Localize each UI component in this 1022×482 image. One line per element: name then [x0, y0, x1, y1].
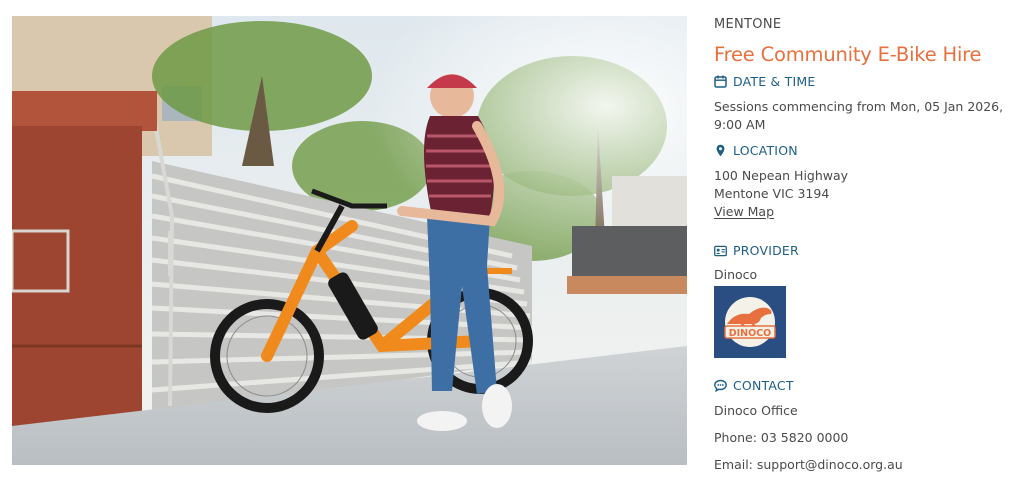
email-label: Email:	[714, 457, 757, 472]
event-title: Free Community E-Bike Hire	[714, 43, 982, 66]
view-map-link[interactable]: View Map	[714, 203, 774, 221]
logo-wordmark: DINOCO	[729, 328, 772, 339]
contact-heading-label: CONTACT	[733, 378, 794, 393]
phone-label: Phone:	[714, 430, 761, 445]
address-line2: Mentone VIC 3194	[714, 186, 830, 201]
provider-name: Dinoco	[714, 267, 758, 282]
id-card-icon	[714, 244, 727, 257]
date-time-heading-label: DATE & TIME	[733, 74, 816, 89]
contact-email-row: Email: support@dinoco.org.au	[714, 456, 903, 474]
provider-heading-label: PROVIDER	[733, 243, 799, 258]
date-time-line1: Sessions commencing from Mon, 05 Jan 202…	[714, 99, 1004, 114]
date-time-line2: 9:00 AM	[714, 117, 766, 132]
event-suburb: MENTONE	[714, 17, 782, 32]
date-time-heading: DATE & TIME	[714, 74, 815, 89]
address-line1: 100 Nepean Highway	[714, 168, 849, 183]
chat-bubble-icon	[714, 379, 727, 392]
location-heading-label: LOCATION	[733, 143, 798, 158]
email-link[interactable]: support@dinoco.org.au	[757, 457, 903, 472]
phone-number[interactable]: 03 5820 0000	[761, 430, 848, 445]
contact-office: Dinoco Office	[714, 403, 798, 418]
location-heading: LOCATION	[714, 143, 798, 158]
calendar-icon	[714, 75, 727, 88]
map-pin-icon	[714, 144, 727, 157]
event-hero-image	[12, 16, 687, 465]
dinoco-logo-icon: DINOCO	[724, 297, 776, 347]
contact-heading: CONTACT	[714, 378, 794, 393]
provider-heading: PROVIDER	[714, 243, 799, 258]
e-bike-photo	[12, 16, 687, 465]
contact-phone-row: Phone: 03 5820 0000	[714, 429, 848, 447]
provider-logo[interactable]: DINOCO	[714, 286, 786, 358]
